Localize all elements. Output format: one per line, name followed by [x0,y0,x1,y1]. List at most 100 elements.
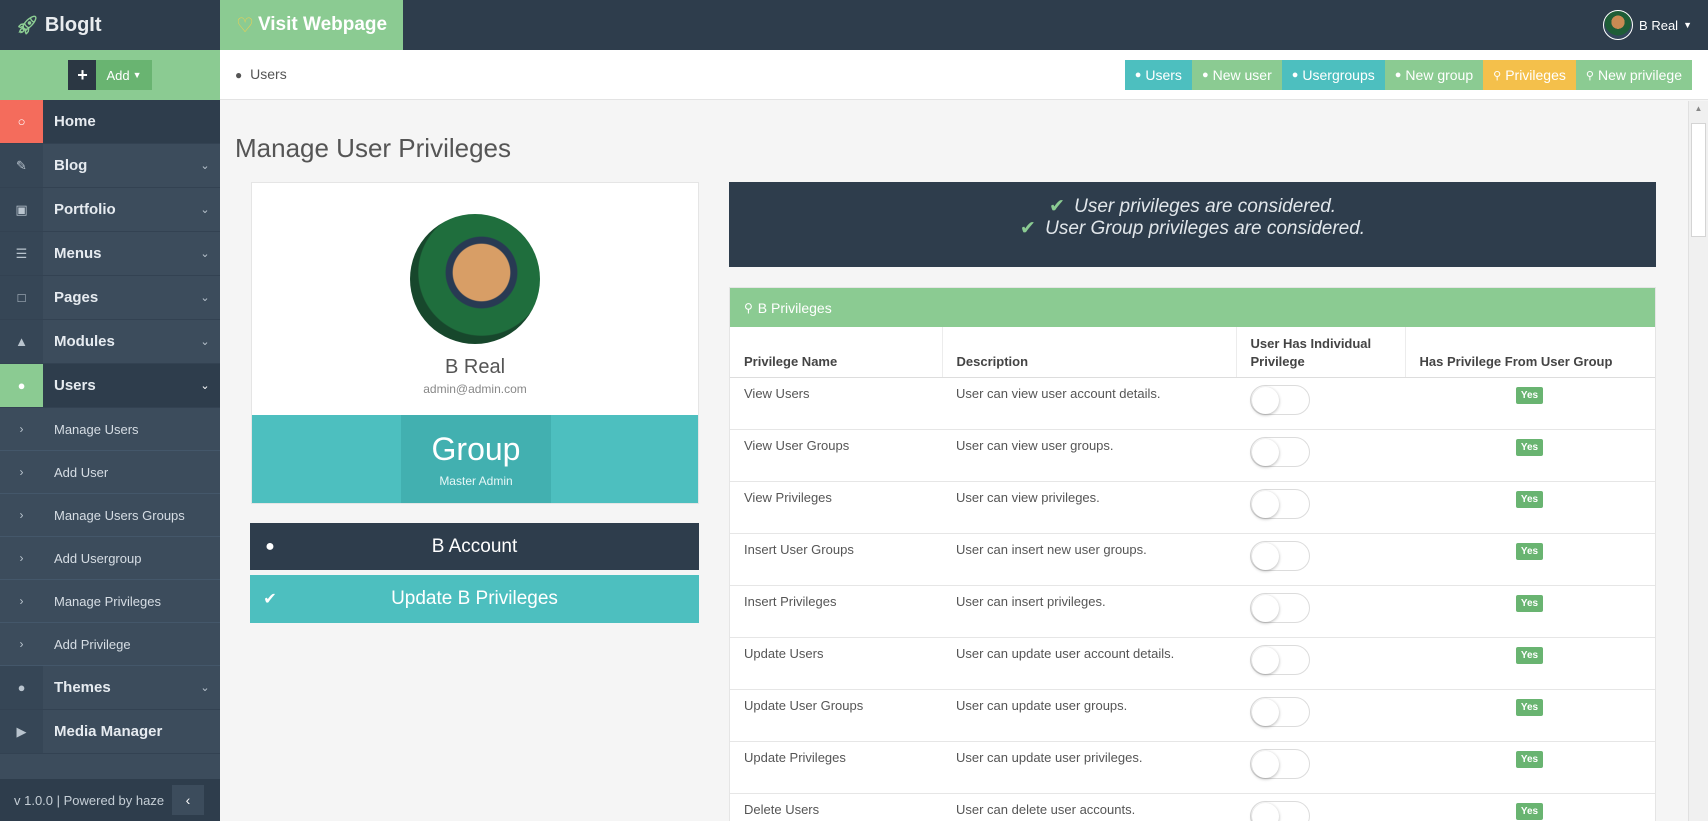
individual-privilege-cell [1236,688,1405,741]
sidebar-item-home[interactable]: ○ Home [0,100,220,144]
column-header: User Has Individual Privilege [1235,327,1405,378]
privilege-name: View Privileges [730,480,942,533]
table-body: View Users User can view user account det… [730,376,1655,821]
brand-name: BlogIt [44,13,102,36]
chevron-down-icon: ⌄ [200,336,210,348]
sidebar-subitem-add-usergroup[interactable]: › Add Usergroup [0,537,220,580]
toggle-knob [1252,646,1279,674]
privilege-name: Delete Users [730,792,942,821]
sidebar-item-label: Pages [54,289,99,306]
sidebar-subitem-label: Add Usergroup [54,550,142,566]
quick-link-privileges[interactable]: ⚲ Privileges [1483,60,1576,90]
sidebar-item-portfolio[interactable]: ▣ Portfolio ⌄ [0,188,220,232]
status-badge: Yes [1515,386,1544,404]
table-row: Insert User Groups User can insert new us… [730,532,1655,585]
user-menu[interactable]: B Real ▼ [1603,10,1692,40]
sidebar-subitem-label: Add User [54,464,109,480]
privilege-description: User can delete user accounts. [942,792,1236,821]
sidebar-subitem-add-privilege[interactable]: › Add Privilege [0,623,220,666]
users-icon: ● [235,68,243,82]
users-icon: ● [0,364,43,407]
tint-icon: ● [0,666,43,709]
sidebar-item-modules[interactable]: ▲ Modules ⌄ [0,320,220,364]
individual-privilege-toggle[interactable] [1250,436,1310,467]
check-icon: ✔ [1048,196,1065,217]
sidebar-subitem-add-user[interactable]: › Add User [0,451,220,494]
sidebar-item-users[interactable]: ● Users ⌄ [0,364,220,408]
sidebar-item-menus[interactable]: ☰ Menus ⌄ [0,232,220,276]
scroll-up-arrow[interactable]: ▲ [1689,101,1708,117]
quick-link-new-user[interactable]: ● New user [1191,60,1282,90]
status-badge: Yes [1515,698,1544,716]
user-icon: ● [265,537,275,555]
version-text: v 1.0.0 | Powered by haze [14,792,165,808]
individual-privilege-toggle[interactable] [1250,644,1310,675]
visit-webpage-button[interactable]: ♡ Visit Webpage [220,0,403,50]
table-header-row: Privilege Name Description User Has Indi… [730,327,1655,378]
individual-privilege-toggle[interactable] [1250,540,1310,571]
status-badge: Yes [1515,438,1544,456]
privilege-name: Update Privileges [730,740,942,793]
account-button[interactable]: ● B Account [250,523,699,570]
update-privileges-label: Update B Privileges [391,588,558,609]
profile-card: B Real admin@admin.com Group Master Admi… [251,182,699,504]
privilege-name: View Users [730,376,942,429]
users-icon: ● [1394,69,1402,81]
topbar: ♡ Visit Webpage B Real ▼ [220,0,1708,50]
sidebar-item-label: Portfolio [54,201,116,218]
sidebar-subitem-manage-privileges[interactable]: › Manage Privileges [0,580,220,623]
sidebar-item-media-manager[interactable]: ▶ Media Manager [0,710,220,754]
key-icon: ⚲ [1585,69,1594,82]
sidebar-item-pages[interactable]: □ Pages ⌄ [0,276,220,320]
column-header: Description [941,327,1236,378]
rocket-icon: 🚀︎ [16,14,39,35]
sidebar-item-label: Menus [54,245,102,262]
status-badge: Yes [1515,490,1544,508]
individual-privilege-toggle[interactable] [1250,384,1310,415]
table-row: Delete Users User can delete user account… [730,792,1655,821]
chevron-right-icon: › [19,551,24,565]
group-band: Group Master Admin [252,415,698,503]
table-row: View User Groups User can view user group… [730,428,1655,481]
individual-privilege-toggle[interactable] [1250,748,1310,779]
chevron-right-icon: › [19,422,24,436]
sidebar-item-blog[interactable]: ✎ Blog ⌄ [0,144,220,188]
add-dropdown-button[interactable]: Add ▼ [96,60,152,90]
quick-link-new-privilege[interactable]: ⚲ New privilege [1575,60,1692,90]
quick-link-label: Privileges [1505,67,1566,83]
brand[interactable]: 🚀︎ BlogIt [0,0,220,50]
individual-privilege-toggle[interactable] [1250,592,1310,623]
sidebar-item-themes[interactable]: ● Themes ⌄ [0,666,220,710]
sidebar-subitem-manage-users[interactable]: › Manage Users [0,408,220,451]
group-name: Master Admin [439,474,513,488]
user-icon: ● [1201,69,1209,81]
avatar [1603,10,1634,40]
sidebar-subitem-manage-users-groups[interactable]: › Manage Users Groups [0,494,220,537]
alert-text: User privileges are considered. [1074,196,1337,217]
quick-link-new-group[interactable]: ● New group [1384,60,1484,90]
quick-links: ● Users ● New user ● Usergroups ● New gr… [1124,60,1692,90]
privilege-description: User can view user groups. [942,428,1236,481]
scroll-thumb[interactable] [1691,123,1706,237]
toggle-knob [1252,438,1279,466]
individual-privilege-toggle[interactable] [1250,696,1310,727]
breadcrumb[interactable]: ● Users [235,66,287,82]
update-privileges-button[interactable]: ✔ Update B Privileges [250,575,699,623]
file-icon: □ [0,276,43,319]
collapse-sidebar-button[interactable]: ‹ [172,785,204,815]
privilege-name: Insert User Groups [730,532,942,585]
group-privilege-cell: Yes [1405,792,1655,821]
vertical-scrollbar[interactable]: ▲ [1688,101,1708,821]
quick-link-users[interactable]: ● Users [1124,60,1192,90]
privilege-description: User can insert privileges. [942,584,1236,637]
group-privilege-cell: Yes [1405,688,1655,741]
table-row: Update Users User can update user account… [730,636,1655,689]
individual-privilege-toggle[interactable] [1250,488,1310,519]
plus-icon[interactable]: + [68,60,97,90]
privilege-description: User can view user account details. [942,376,1236,429]
individual-privilege-toggle[interactable] [1250,800,1310,821]
sidebar-subitem-label: Manage Users Groups [54,507,185,523]
table-row: Update Privileges User can update user pr… [730,740,1655,793]
quick-link-usergroups[interactable]: ● Usergroups [1281,60,1385,90]
quick-link-label: Usergroups [1302,67,1375,83]
